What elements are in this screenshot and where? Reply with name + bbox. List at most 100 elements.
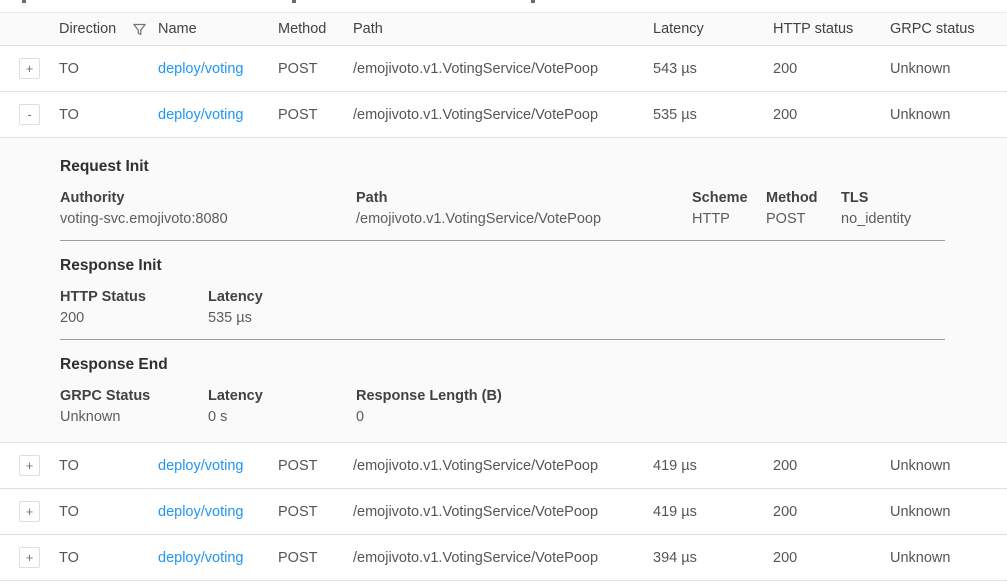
grpc-status-cell: Unknown	[890, 458, 1007, 474]
field-method: Method POST	[766, 190, 841, 227]
direction-cell: TO	[59, 550, 158, 566]
column-header-direction-label: Direction	[59, 21, 116, 37]
field-label: Scheme	[692, 190, 766, 206]
resource-link[interactable]: deploy/voting	[158, 61, 243, 77]
table-row: + TO deploy/voting POST /emojivoto.v1.Vo…	[0, 443, 1007, 489]
expand-row-button[interactable]: +	[19, 455, 40, 476]
path-cell: /emojivoto.v1.VotingService/VotePoop	[353, 550, 653, 566]
field-label: Latency	[208, 289, 945, 305]
section-title: Response End	[60, 356, 945, 374]
clipped-text-above	[0, 0, 1007, 12]
column-header-grpc-status: GRPC status	[890, 21, 1007, 37]
table-row-expanded: - TO deploy/voting POST /emojivoto.v1.Vo…	[0, 92, 1007, 138]
section-title: Request Init	[60, 158, 945, 176]
expander-cell: -	[0, 104, 59, 125]
method-cell: POST	[278, 458, 353, 474]
method-cell: POST	[278, 550, 353, 566]
column-header-method: Method	[278, 21, 353, 37]
resource-link[interactable]: deploy/voting	[158, 107, 243, 123]
response-end-section: Response End GRPC Status Unknown Latency…	[60, 356, 945, 438]
expand-row-button[interactable]: +	[19, 58, 40, 79]
field-label: Method	[766, 190, 841, 206]
tap-results-page: Direction Name Method Path Latency HTTP …	[0, 0, 1007, 586]
field-path: Path /emojivoto.v1.VotingService/VotePoo…	[356, 190, 692, 227]
field-http-status: HTTP Status 200	[60, 289, 208, 326]
http-status-cell: 200	[773, 61, 890, 77]
table-row: + TO deploy/voting POST /emojivoto.v1.Vo…	[0, 489, 1007, 535]
path-cell: /emojivoto.v1.VotingService/VotePoop	[353, 61, 653, 77]
latency-cell: 419 µs	[653, 504, 773, 520]
column-header-latency: Latency	[653, 21, 773, 37]
field-authority: Authority voting-svc.emojivoto:8080	[60, 190, 356, 227]
field-latency: Latency 535 µs	[208, 289, 945, 326]
expander-cell: +	[0, 547, 59, 568]
field-label: TLS	[841, 190, 945, 206]
resource-link[interactable]: deploy/voting	[158, 550, 243, 566]
section-title: Response Init	[60, 257, 945, 275]
method-cell: POST	[278, 504, 353, 520]
expander-cell: +	[0, 501, 59, 522]
field-value: 0 s	[208, 409, 356, 425]
column-header-name: Name	[158, 21, 278, 37]
path-cell: /emojivoto.v1.VotingService/VotePoop	[353, 458, 653, 474]
field-label: Response Length (B)	[356, 388, 945, 404]
grpc-status-cell: Unknown	[890, 107, 1007, 123]
table-row: + TO deploy/voting POST /emojivoto.v1.Vo…	[0, 535, 1007, 581]
direction-cell: TO	[59, 107, 158, 123]
field-value: /emojivoto.v1.VotingService/VotePoop	[356, 211, 692, 227]
latency-cell: 419 µs	[653, 458, 773, 474]
field-value: 0	[356, 409, 945, 425]
field-value: 535 µs	[208, 310, 945, 326]
column-header-direction: Direction	[59, 21, 158, 37]
response-init-section: Response Init HTTP Status 200 Latency 53…	[60, 257, 945, 340]
clipped-glyph	[531, 0, 535, 3]
table-row: + TO deploy/voting POST /emojivoto.v1.Vo…	[0, 46, 1007, 92]
request-init-section: Request Init Authority voting-svc.emojiv…	[60, 158, 945, 241]
method-cell: POST	[278, 107, 353, 123]
expand-row-button[interactable]: +	[19, 501, 40, 522]
field-value: Unknown	[60, 409, 208, 425]
field-response-length: Response Length (B) 0	[356, 388, 945, 425]
column-header-path: Path	[353, 21, 653, 37]
field-latency: Latency 0 s	[208, 388, 356, 425]
latency-cell: 394 µs	[653, 550, 773, 566]
field-scheme: Scheme HTTP	[692, 190, 766, 227]
field-value: no_identity	[841, 211, 945, 227]
grpc-status-cell: Unknown	[890, 504, 1007, 520]
grpc-status-cell: Unknown	[890, 61, 1007, 77]
grpc-status-cell: Unknown	[890, 550, 1007, 566]
method-cell: POST	[278, 61, 353, 77]
field-value: POST	[766, 211, 841, 227]
field-grpc-status: GRPC Status Unknown	[60, 388, 208, 425]
latency-cell: 535 µs	[653, 107, 773, 123]
field-value: HTTP	[692, 211, 766, 227]
clipped-glyph	[22, 0, 26, 3]
field-tls: TLS no_identity	[841, 190, 945, 227]
field-label: Authority	[60, 190, 356, 206]
resource-link[interactable]: deploy/voting	[158, 504, 243, 520]
http-status-cell: 200	[773, 458, 890, 474]
field-label: GRPC Status	[60, 388, 208, 404]
expander-cell: +	[0, 58, 59, 79]
table-header-row: Direction Name Method Path Latency HTTP …	[0, 12, 1007, 46]
field-label: Latency	[208, 388, 356, 404]
direction-cell: TO	[59, 504, 158, 520]
http-status-cell: 200	[773, 107, 890, 123]
column-header-http-status: HTTP status	[773, 21, 890, 37]
row-detail-panel: Request Init Authority voting-svc.emojiv…	[0, 138, 1007, 443]
field-value: 200	[60, 310, 208, 326]
path-cell: /emojivoto.v1.VotingService/VotePoop	[353, 504, 653, 520]
clipped-glyph	[292, 0, 296, 3]
expander-cell: +	[0, 455, 59, 476]
collapse-row-button[interactable]: -	[19, 104, 40, 125]
expand-row-button[interactable]: +	[19, 547, 40, 568]
latency-cell: 543 µs	[653, 61, 773, 77]
resource-link[interactable]: deploy/voting	[158, 458, 243, 474]
path-cell: /emojivoto.v1.VotingService/VotePoop	[353, 107, 653, 123]
http-status-cell: 200	[773, 550, 890, 566]
field-label: Path	[356, 190, 692, 206]
field-label: HTTP Status	[60, 289, 208, 305]
filter-icon[interactable]	[132, 22, 147, 37]
direction-cell: TO	[59, 61, 158, 77]
http-status-cell: 200	[773, 504, 890, 520]
